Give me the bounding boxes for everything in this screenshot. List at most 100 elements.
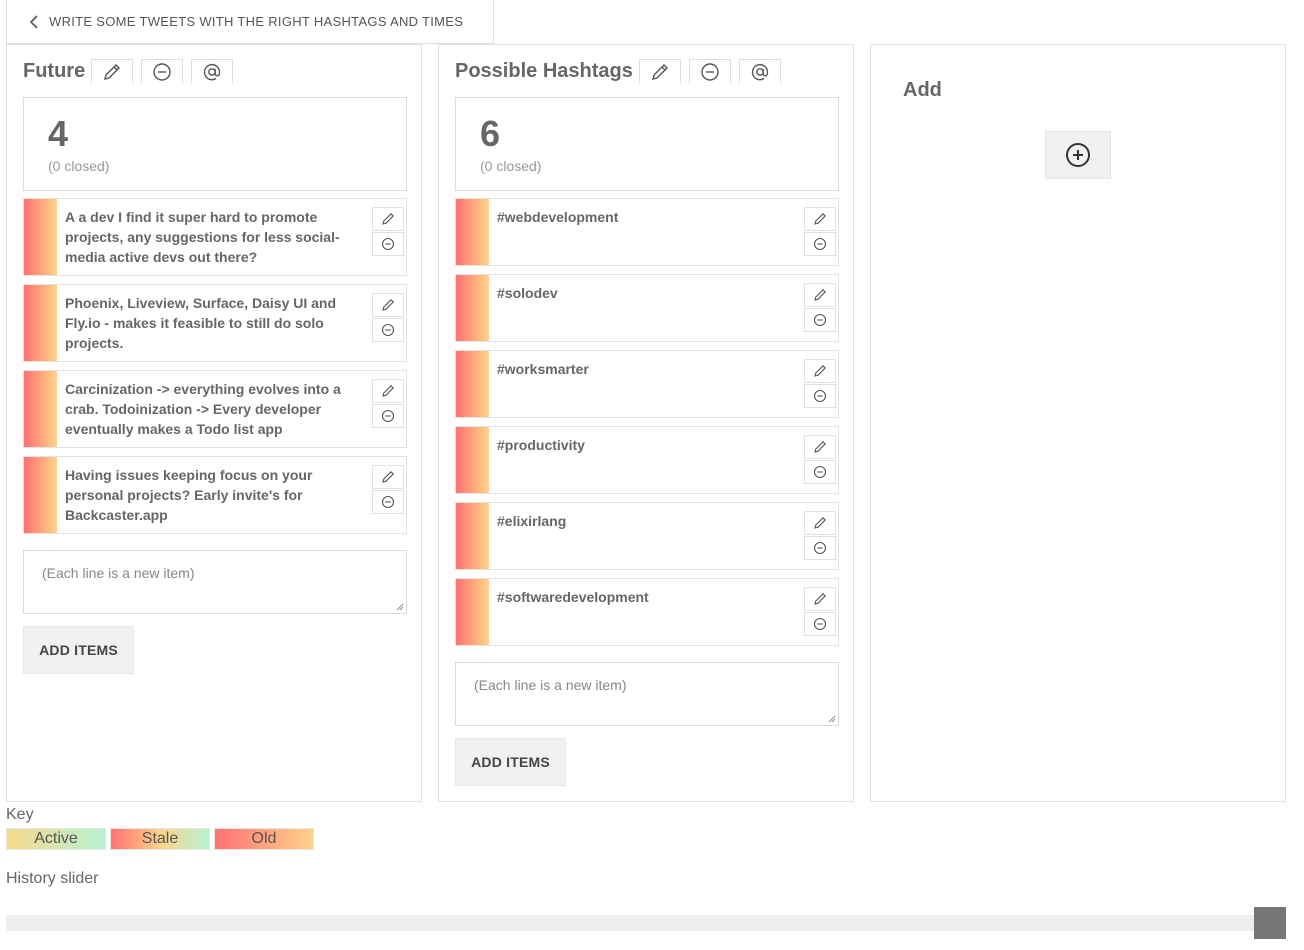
edit-item-button[interactable] <box>372 207 404 231</box>
list-item[interactable]: Carcinization -> everything evolves into… <box>23 370 407 448</box>
remove-column-button[interactable] <box>688 59 731 83</box>
future-column: Future 4 (0 closed) A a dev I find it su… <box>6 44 422 802</box>
edit-item-button[interactable] <box>372 379 404 403</box>
staleness-bar <box>456 275 489 341</box>
hashtags-count: 6 <box>480 113 501 154</box>
new-items-textarea[interactable]: (Each line is a new item) <box>23 550 407 614</box>
future-title: Future <box>23 60 86 82</box>
edit-item-button[interactable] <box>804 207 836 231</box>
list-item[interactable]: A a dev I find it super hard to promote … <box>23 198 407 276</box>
pencil-icon <box>814 213 826 225</box>
hashtags-header: Possible Hashtags <box>455 59 785 83</box>
key-legend: Active Stale Old <box>6 828 314 850</box>
key-label: Key <box>6 806 34 823</box>
future-count: 4 <box>48 113 69 154</box>
edit-item-button[interactable] <box>804 359 836 383</box>
staleness-bar <box>24 199 57 275</box>
edit-column-button[interactable] <box>91 59 134 83</box>
item-text: #productivity <box>497 437 585 453</box>
pencil-icon <box>651 63 668 80</box>
minus-circle-icon <box>813 465 827 479</box>
minus-circle-icon <box>153 62 171 81</box>
item-text: #webdevelopment <box>497 209 619 225</box>
list-item[interactable]: Having issues keeping focus on your pers… <box>23 456 407 534</box>
minus-circle-icon <box>381 323 395 337</box>
edit-item-button[interactable] <box>804 435 836 459</box>
pencil-icon <box>814 441 826 453</box>
resize-grip-icon[interactable] <box>828 715 836 723</box>
key-stale: Stale <box>110 828 210 850</box>
pencil-icon <box>382 213 394 225</box>
list-item[interactable]: #worksmarter <box>455 350 839 418</box>
pencil-icon <box>814 593 826 605</box>
remove-item-button[interactable] <box>804 612 836 636</box>
list-item[interactable]: #solodev <box>455 274 839 342</box>
history-slider-thumb[interactable] <box>1254 907 1286 939</box>
future-closed-count: (0 closed) <box>48 158 110 174</box>
pencil-icon <box>382 299 394 311</box>
list-item[interactable]: #productivity <box>455 426 839 494</box>
item-text: #softwaredevelopment <box>497 589 649 605</box>
mention-column-button[interactable] <box>191 59 234 83</box>
list-item[interactable]: #softwaredevelopment <box>455 578 839 646</box>
staleness-bar <box>456 503 489 569</box>
list-item[interactable]: #webdevelopment <box>455 198 839 266</box>
history-slider-track[interactable] <box>6 915 1286 931</box>
add-items-button[interactable]: ADD ITEMS <box>23 626 134 674</box>
pencil-icon <box>814 365 826 377</box>
new-items-placeholder: (Each line is a new item) <box>42 565 195 581</box>
edit-item-button[interactable] <box>372 293 404 317</box>
remove-item-button[interactable] <box>804 232 836 256</box>
edit-item-button[interactable] <box>804 511 836 535</box>
item-text: Carcinization -> everything evolves into… <box>65 381 341 437</box>
new-items-textarea[interactable]: (Each line is a new item) <box>455 662 839 726</box>
key-active: Active <box>6 828 106 850</box>
plus-circle-icon <box>1066 143 1090 167</box>
remove-item-button[interactable] <box>372 490 404 514</box>
remove-item-button[interactable] <box>372 318 404 342</box>
remove-column-button[interactable] <box>141 59 184 83</box>
hashtags-title: Possible Hashtags <box>455 60 633 82</box>
at-sign-icon <box>751 63 769 80</box>
edit-item-button[interactable] <box>804 283 836 307</box>
edit-item-button[interactable] <box>372 465 404 489</box>
remove-item-button[interactable] <box>804 536 836 560</box>
remove-item-button[interactable] <box>372 404 404 428</box>
add-column-panel: Add <box>870 44 1286 802</box>
mention-column-button[interactable] <box>738 59 781 83</box>
remove-item-button[interactable] <box>804 384 836 408</box>
hashtags-column: Possible Hashtags 6 (0 closed) #webdevel… <box>438 44 854 802</box>
staleness-bar <box>456 579 489 645</box>
history-slider-label: History slider <box>6 870 99 887</box>
resize-grip-icon[interactable] <box>396 603 404 611</box>
minus-circle-icon <box>813 389 827 403</box>
minus-circle-icon <box>701 62 719 81</box>
at-sign-icon <box>204 63 221 80</box>
add-column-button[interactable] <box>1045 131 1111 179</box>
item-text: A a dev I find it super hard to promote … <box>65 209 340 265</box>
remove-item-button[interactable] <box>804 308 836 332</box>
pencil-icon <box>104 63 121 80</box>
edit-item-button[interactable] <box>804 587 836 611</box>
hashtags-stats: 6 (0 closed) <box>455 97 839 191</box>
future-stats: 4 (0 closed) <box>23 97 407 191</box>
staleness-bar <box>456 351 489 417</box>
minus-circle-icon <box>381 495 395 509</box>
edit-column-button[interactable] <box>638 59 681 83</box>
add-items-button[interactable]: ADD ITEMS <box>455 738 566 786</box>
item-text: #solodev <box>497 285 558 301</box>
chevron-left-icon <box>29 14 38 29</box>
item-text: #worksmarter <box>497 361 589 377</box>
staleness-bar <box>456 427 489 493</box>
minus-circle-icon <box>813 313 827 327</box>
add-title: Add <box>903 79 942 101</box>
minus-circle-icon <box>381 409 395 423</box>
pencil-icon <box>382 471 394 483</box>
list-item[interactable]: #elixirlang <box>455 502 839 570</box>
remove-item-button[interactable] <box>372 232 404 256</box>
back-link[interactable]: WRITE SOME TWEETS WITH THE RIGHT HASHTAG… <box>6 0 494 44</box>
remove-item-button[interactable] <box>804 460 836 484</box>
key-old: Old <box>214 828 314 850</box>
item-text: #elixirlang <box>497 513 567 529</box>
list-item[interactable]: Phoenix, Liveview, Surface, Daisy UI and… <box>23 284 407 362</box>
